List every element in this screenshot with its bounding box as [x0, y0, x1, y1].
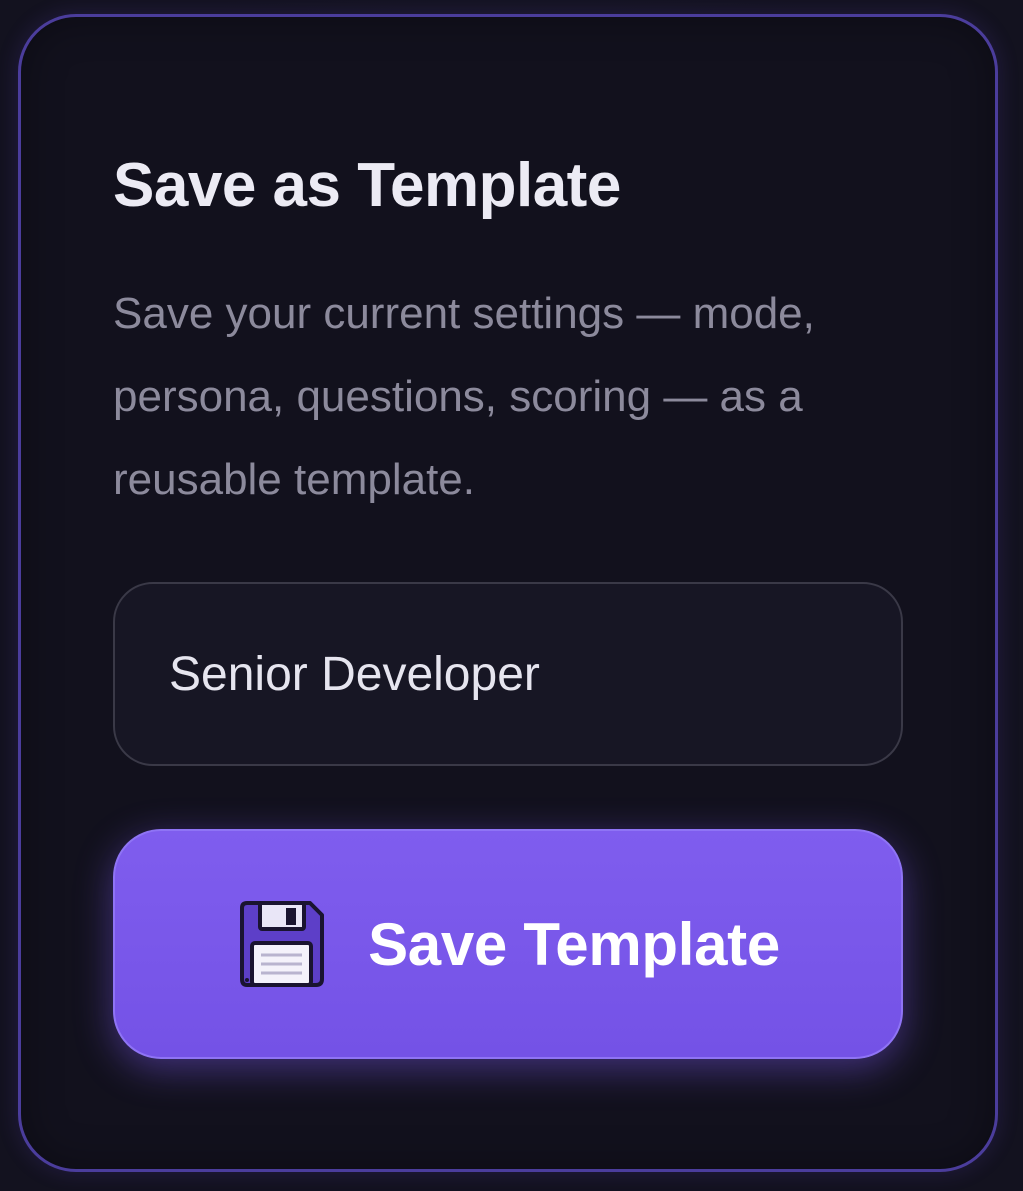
panel-title: Save as Template	[113, 151, 621, 220]
save-button-label: Save Template	[368, 910, 780, 978]
template-name-input[interactable]	[115, 584, 901, 764]
floppy-disk-icon	[240, 901, 325, 987]
panel-description: Save your current settings — mode, perso…	[113, 289, 815, 504]
template-name-field	[113, 582, 903, 766]
save-template-button[interactable]: Save Template	[113, 829, 903, 1059]
